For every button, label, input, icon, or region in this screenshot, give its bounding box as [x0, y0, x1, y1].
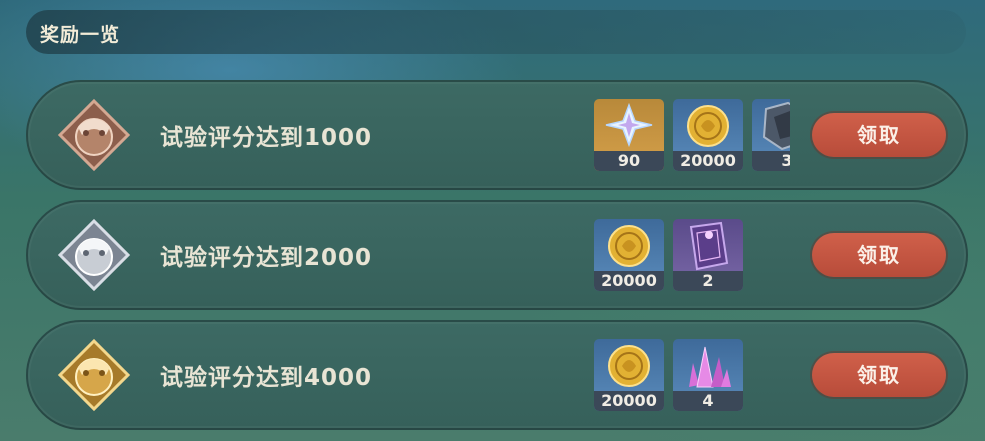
- claim-button[interactable]: 领取: [812, 353, 946, 397]
- mora-coin-icon: [687, 105, 729, 147]
- reward-item[interactable]: 2: [673, 219, 743, 291]
- gold-medal-icon: [57, 338, 131, 412]
- reward-items: 90 20000 3: [594, 99, 790, 171]
- reward-items: 20000 4: [594, 339, 790, 411]
- bronze-medal-icon: [57, 98, 131, 172]
- reward-item[interactable]: 20000: [673, 99, 743, 171]
- material-icon: [762, 101, 790, 151]
- reward-count: 2: [673, 271, 743, 291]
- silver-medal-icon: [57, 218, 131, 292]
- reward-item[interactable]: 20000: [594, 219, 664, 291]
- reward-list-title: 奖励一览: [40, 24, 121, 46]
- reward-item[interactable]: 4: [673, 339, 743, 411]
- reward-row-label: 试验评分达到1000: [160, 125, 373, 151]
- mora-coin-icon: [608, 225, 650, 267]
- reward-item[interactable]: 3: [752, 99, 790, 171]
- reward-row: 试验评分达到1000 90 20000 3 领取: [26, 80, 968, 190]
- mora-coin-icon: [608, 345, 650, 387]
- primogem-icon: [605, 102, 653, 148]
- reward-count: 20000: [594, 271, 664, 291]
- reward-row-label: 试验评分达到2000: [160, 245, 373, 271]
- reward-item[interactable]: 90: [594, 99, 664, 171]
- claim-button[interactable]: 领取: [812, 233, 946, 277]
- reward-count: 20000: [673, 151, 743, 171]
- reward-count: 3: [752, 151, 790, 171]
- reward-list-header: 奖励一览: [26, 10, 966, 54]
- reward-count: 90: [594, 151, 664, 171]
- reward-row-label: 试验评分达到4000: [160, 365, 373, 391]
- reward-row: 试验评分达到2000 20000 2 领取: [26, 200, 968, 310]
- reward-count: 4: [673, 391, 743, 411]
- claim-button[interactable]: 领取: [812, 113, 946, 157]
- reward-item[interactable]: 20000: [594, 339, 664, 411]
- reward-items: 20000 2: [594, 219, 790, 291]
- book-icon: [689, 221, 729, 271]
- crystal-icon: [689, 346, 731, 388]
- reward-count: 20000: [594, 391, 664, 411]
- reward-row: 试验评分达到4000 20000 4 领取: [26, 320, 968, 430]
